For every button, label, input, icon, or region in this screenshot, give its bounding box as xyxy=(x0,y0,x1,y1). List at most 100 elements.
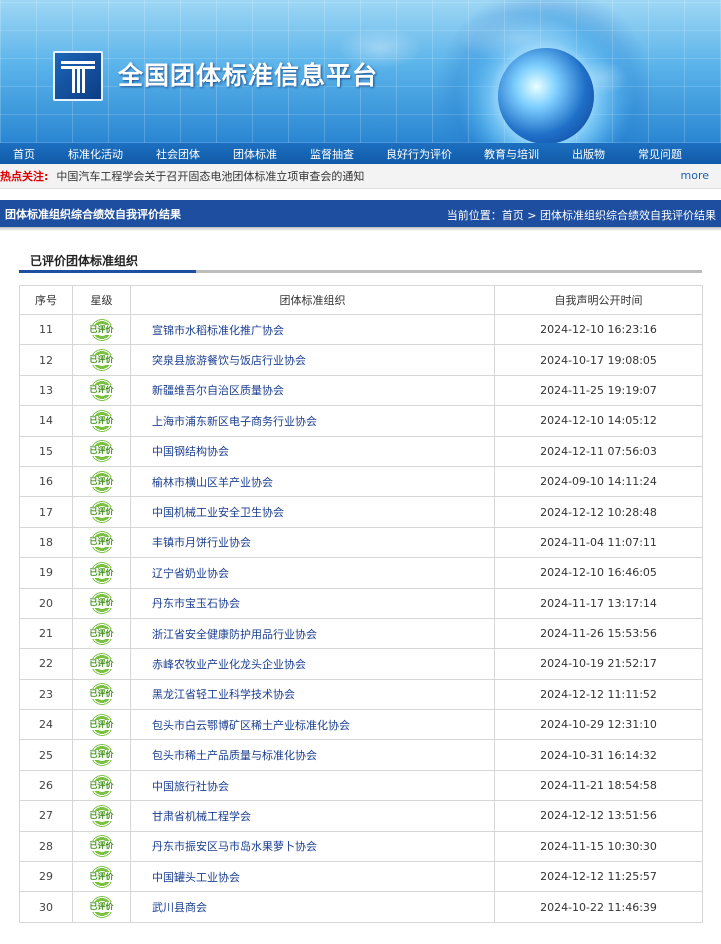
row-number: 23 xyxy=(19,678,73,711)
table-row: 24 已评价 包头市白云鄂博矿区稀土产业标准化协会 2024-10-29 12:31:… xyxy=(19,709,703,741)
nav-supervision[interactable]: 监督抽查 xyxy=(310,146,354,162)
org-name-link[interactable]: 黑龙江省轻工业科学技术协会 xyxy=(130,678,495,711)
table-row: 15 已评价 中国钢结构协会 2024-12-11 07:56:03 xyxy=(19,435,703,467)
evaluated-badge-text: 已评价 xyxy=(87,902,116,913)
table-row: 22 已评价 赤峰农牧业产业化龙头企业协会 2024-10-19 21:52:17 xyxy=(19,648,703,680)
row-number: 25 xyxy=(19,739,73,771)
evaluated-badge-text: 已评价 xyxy=(87,537,116,548)
rating-cell: 已评价 xyxy=(72,587,131,619)
org-name-link[interactable]: 新疆维吾尔自治区质量协会 xyxy=(130,374,495,407)
rating-cell: 已评价 xyxy=(72,739,131,771)
site-title[interactable]: 全国团体标准信息平台 xyxy=(118,56,378,92)
evaluated-badge-text: 已评价 xyxy=(87,810,116,821)
org-name-link[interactable]: 丹东市振安区马市岛水果萝卜协会 xyxy=(130,830,495,863)
evaluated-badge-icon: 已评价 xyxy=(87,592,116,615)
publish-time: 2024-11-26 15:53:56 xyxy=(494,617,703,650)
rating-cell: 已评价 xyxy=(72,465,131,498)
nav-home[interactable]: 首页 xyxy=(13,146,35,162)
org-name-link[interactable]: 榆林市横山区羊产业协会 xyxy=(130,465,495,498)
org-name-link[interactable]: 突泉县旅游餐饮与饭店行业协会 xyxy=(130,344,495,376)
publish-time: 2024-12-12 13:51:56 xyxy=(494,800,703,832)
evaluated-badge-text: 已评价 xyxy=(87,385,116,396)
rating-cell: 已评价 xyxy=(72,891,131,923)
evaluated-badge-icon: 已评价 xyxy=(87,501,116,524)
evaluated-badge-icon: 已评价 xyxy=(87,652,116,675)
org-name-link[interactable]: 中国旅行社协会 xyxy=(130,769,495,802)
nav-good-behavior-evaluation[interactable]: 良好行为评价 xyxy=(386,146,452,162)
org-name-link[interactable]: 丰镇市月饼行业协会 xyxy=(130,526,495,559)
evaluated-badge-icon: 已评价 xyxy=(87,683,116,706)
row-number: 17 xyxy=(19,496,73,528)
nav-publications[interactable]: 出版物 xyxy=(572,146,605,162)
org-name-link[interactable]: 浙江省安全健康防护用品行业协会 xyxy=(130,617,495,650)
rating-cell: 已评价 xyxy=(72,435,131,467)
hot-news-label: 热点关注: xyxy=(0,170,49,183)
rating-cell: 已评价 xyxy=(72,496,131,528)
evaluated-badge-text: 已评价 xyxy=(87,324,116,335)
org-name-link[interactable]: 中国罐头工业协会 xyxy=(130,861,495,893)
nav-group-standards[interactable]: 团体标准 xyxy=(233,146,277,162)
publish-time: 2024-12-12 11:25:57 xyxy=(494,861,703,893)
org-name-link[interactable]: 赤峰农牧业产业化龙头企业协会 xyxy=(130,648,495,680)
publish-time: 2024-11-15 10:30:30 xyxy=(494,830,703,863)
org-name-link[interactable]: 武川县商会 xyxy=(130,891,495,923)
table-body: 11 已评价 宣锦市水稻标准化推广协会 2024-12-10 16:23:16 12 已评… xyxy=(19,313,703,923)
publish-time: 2024-11-04 11:07:11 xyxy=(494,526,703,559)
rating-cell: 已评价 xyxy=(72,678,131,711)
rating-cell: 已评价 xyxy=(72,617,131,650)
page-title: 团体标准组织综合绩效自我评价结果 xyxy=(5,207,181,221)
section-header: 已评价团体标准组织 xyxy=(19,250,702,273)
header-time: 自我声明公开时间 xyxy=(494,285,703,315)
evaluated-badge-icon: 已评价 xyxy=(87,318,116,341)
hot-news-link[interactable]: 中国汽车工程学会关于召开固态电池团体标准立项审查会的通知 xyxy=(56,168,364,184)
evaluated-badge-icon: 已评价 xyxy=(87,804,116,827)
org-name-link[interactable]: 包头市稀土产品质量与标准化协会 xyxy=(130,739,495,771)
row-number: 19 xyxy=(19,557,73,589)
table-row: 12 已评价 突泉县旅游餐饮与饭店行业协会 2024-10-17 19:08:05 xyxy=(19,344,703,376)
nav-education-training[interactable]: 教育与培训 xyxy=(484,146,539,162)
evaluated-badge-icon: 已评价 xyxy=(87,865,116,888)
publish-time: 2024-10-29 12:31:10 xyxy=(494,709,703,741)
evaluated-badge-text: 已评价 xyxy=(87,476,116,487)
hot-news-bar: 热点关注: 中国汽车工程学会关于召开固态电池团体标准立项审查会的通知 more xyxy=(0,164,721,189)
row-number: 29 xyxy=(19,861,73,893)
header-org: 团体标准组织 xyxy=(130,285,495,315)
org-name-link[interactable]: 中国机械工业安全卫生协会 xyxy=(130,496,495,528)
header-star: 星级 xyxy=(72,285,131,315)
nav-faq[interactable]: 常见问题 xyxy=(638,146,682,162)
org-name-link[interactable]: 宣锦市水稻标准化推广协会 xyxy=(130,313,495,346)
nav-social-groups[interactable]: 社会团体 xyxy=(156,146,200,162)
rating-cell: 已评价 xyxy=(72,313,131,346)
nav-standardization-activities[interactable]: 标准化活动 xyxy=(68,146,123,162)
evaluated-badge-icon: 已评价 xyxy=(87,835,116,858)
org-name-link[interactable]: 丹东市宝玉石协会 xyxy=(130,587,495,619)
evaluated-badge-icon: 已评价 xyxy=(87,379,116,402)
site-banner: 全国团体标准信息平台 xyxy=(0,0,721,143)
org-name-link[interactable]: 包头市白云鄂博矿区稀土产业标准化协会 xyxy=(130,709,495,741)
site-logo-icon[interactable] xyxy=(53,51,103,101)
org-name-link[interactable]: 上海市浦东新区电子商务行业协会 xyxy=(130,405,495,437)
evaluated-badge-icon: 已评价 xyxy=(87,409,116,432)
table-row: 16 已评价 榆林市横山区羊产业协会 2024-09-10 14:11:24 xyxy=(19,465,703,498)
evaluated-badge-text: 已评价 xyxy=(87,415,116,426)
row-number: 28 xyxy=(19,830,73,863)
publish-time: 2024-12-12 11:11:52 xyxy=(494,678,703,711)
publish-time: 2024-09-10 14:11:24 xyxy=(494,465,703,498)
main-nav: 首页 标准化活动 社会团体 团体标准 监督抽查 良好行为评价 教育与培训 出版物… xyxy=(0,143,721,164)
evaluated-badge-icon: 已评价 xyxy=(87,561,116,584)
publish-time: 2024-11-17 13:17:14 xyxy=(494,587,703,619)
evaluated-badge-icon: 已评价 xyxy=(87,896,116,919)
evaluated-badge-icon: 已评价 xyxy=(87,349,116,372)
row-number: 21 xyxy=(19,617,73,650)
org-name-link[interactable]: 中国钢结构协会 xyxy=(130,435,495,467)
org-name-link[interactable]: 甘肃省机械工程学会 xyxy=(130,800,495,832)
publish-time: 2024-12-10 16:46:05 xyxy=(494,557,703,589)
evaluated-badge-text: 已评价 xyxy=(87,658,116,669)
breadcrumb[interactable]: 当前位置：首页 > 团体标准组织综合绩效自我评价结果 xyxy=(447,207,716,223)
hot-news-more-link[interactable]: more xyxy=(681,169,710,182)
row-number: 20 xyxy=(19,587,73,619)
table-row: 19 已评价 辽宁省奶业协会 2024-12-10 16:46:05 xyxy=(19,557,703,589)
org-name-link[interactable]: 辽宁省奶业协会 xyxy=(130,557,495,589)
row-number: 16 xyxy=(19,465,73,498)
evaluated-badge-text: 已评价 xyxy=(87,719,116,730)
